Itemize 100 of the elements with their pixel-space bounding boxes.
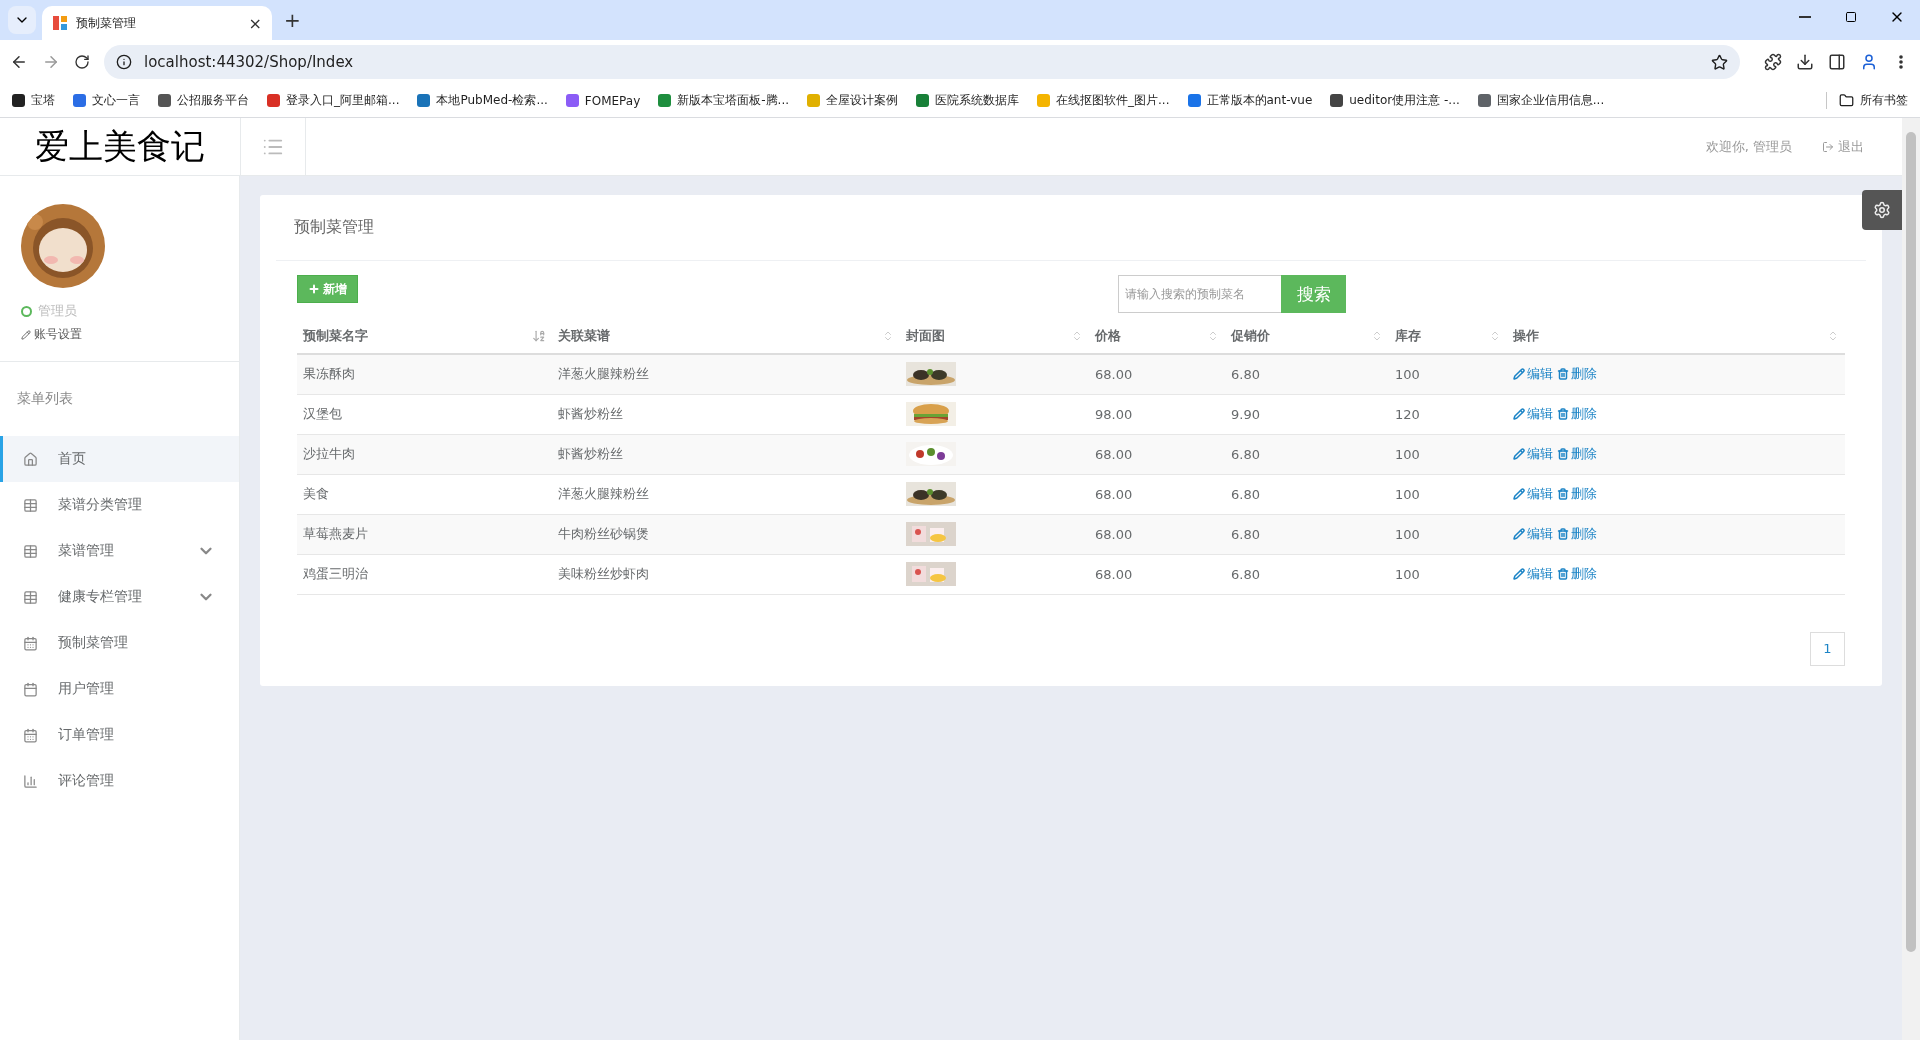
trash-icon bbox=[1557, 448, 1569, 460]
all-bookmarks-link[interactable]: 所有书签 bbox=[1826, 92, 1908, 109]
column-header[interactable]: 操作 bbox=[1513, 327, 1539, 345]
table-cell: 洋葱火腿辣粉丝 bbox=[552, 474, 900, 514]
bookmark[interactable]: 本地PubMed-检索... bbox=[417, 92, 548, 109]
table-cell: 果冻酥肉 bbox=[297, 354, 552, 394]
site-icon bbox=[52, 15, 68, 31]
table-icon bbox=[23, 497, 38, 513]
person-icon bbox=[1860, 53, 1878, 71]
bookmark[interactable]: 正常版本的ant-vue bbox=[1187, 92, 1313, 109]
logout-icon bbox=[1822, 140, 1834, 153]
pencil-icon bbox=[1513, 488, 1525, 500]
sidebar-item[interactable]: 首页 bbox=[0, 436, 239, 482]
logout-link[interactable]: 退出 bbox=[1822, 137, 1864, 156]
close-tab-button[interactable]: × bbox=[248, 13, 262, 33]
table-cell: 68.00 bbox=[1089, 354, 1225, 394]
trash-icon bbox=[1557, 568, 1569, 580]
bookmark[interactable]: 在线抠图软件_图片... bbox=[1037, 92, 1170, 109]
table-cell: 洋葱火腿辣粉丝 bbox=[552, 354, 900, 394]
column-header[interactable]: 促销价 bbox=[1231, 327, 1270, 345]
side-panel-button[interactable] bbox=[1828, 53, 1846, 71]
pencil-icon bbox=[1513, 448, 1525, 460]
browser-tab[interactable]: 预制菜管理 × bbox=[42, 6, 272, 40]
bookmark[interactable]: 宝塔 bbox=[12, 92, 55, 109]
status-icon bbox=[21, 305, 32, 317]
bookmark[interactable]: 公招服务平台 bbox=[158, 92, 249, 109]
arrow-right-icon bbox=[42, 53, 60, 71]
table-cell: 6.80 bbox=[1225, 434, 1389, 474]
edit-link[interactable]: 编辑 bbox=[1513, 445, 1553, 463]
puzzle-icon bbox=[1764, 53, 1782, 71]
column-header[interactable]: 库存 bbox=[1395, 327, 1421, 345]
table-cell: 100 bbox=[1389, 474, 1507, 514]
pencil-icon bbox=[1513, 368, 1525, 381]
table-cell: 9.90 bbox=[1225, 394, 1389, 434]
page-button[interactable]: 1 bbox=[1810, 631, 1845, 666]
table-cell: 98.00 bbox=[1089, 394, 1225, 434]
table-cell: 6.80 bbox=[1225, 474, 1389, 514]
delete-link[interactable]: 删除 bbox=[1557, 445, 1597, 463]
trash-icon bbox=[1557, 408, 1569, 420]
role-text: 管理员 bbox=[38, 302, 77, 320]
tab-list-button[interactable] bbox=[8, 6, 36, 34]
column-header[interactable]: 价格 bbox=[1095, 327, 1121, 345]
table-cell: 沙拉牛肉 bbox=[297, 434, 552, 474]
table-cell: 6.80 bbox=[1225, 554, 1389, 594]
extensions-button[interactable] bbox=[1764, 53, 1782, 71]
pencil-icon bbox=[1513, 568, 1525, 580]
scrollbar[interactable] bbox=[1902, 118, 1920, 1040]
edit-link[interactable]: 编辑 bbox=[1513, 565, 1553, 583]
bookmark[interactable]: 文心一言 bbox=[73, 92, 140, 109]
bookmark[interactable]: 医院系统数据库 bbox=[916, 92, 1020, 109]
table-cell: 草莓燕麦片 bbox=[297, 514, 552, 554]
sort-icon[interactable] bbox=[532, 329, 546, 343]
table-cell: 虾酱炒粉丝 bbox=[552, 394, 900, 434]
delete-link[interactable]: 删除 bbox=[1557, 405, 1597, 423]
search-field[interactable]: 请输入搜索的预制菜名 bbox=[1118, 275, 1281, 313]
download-button[interactable] bbox=[1796, 53, 1814, 71]
delete-link[interactable]: 删除 bbox=[1557, 485, 1597, 503]
forward-button[interactable] bbox=[42, 53, 60, 71]
address-bar[interactable]: localhost:44302/Shop/Index bbox=[104, 45, 1740, 79]
bookmark[interactable]: 新版本宝塔面板-腾... bbox=[658, 92, 790, 109]
calendar-icon bbox=[23, 681, 38, 697]
column-header[interactable]: 预制菜名字 bbox=[303, 327, 368, 345]
back-button[interactable] bbox=[10, 53, 28, 71]
trash-icon bbox=[1557, 368, 1569, 381]
plus-icon bbox=[308, 283, 320, 295]
delete-link[interactable]: 删除 bbox=[1557, 525, 1597, 543]
bookmark[interactable]: ueditor使用注意 -... bbox=[1330, 92, 1460, 109]
delete-link[interactable]: 删除 bbox=[1557, 565, 1597, 583]
table-cell: 100 bbox=[1389, 514, 1507, 554]
menu-toggle-button[interactable] bbox=[240, 118, 306, 175]
trash-icon bbox=[1557, 488, 1569, 500]
settings-button[interactable] bbox=[1862, 190, 1902, 230]
edit-link[interactable]: 编辑 bbox=[1513, 485, 1553, 503]
edit-link[interactable]: 编辑 bbox=[1513, 525, 1553, 543]
bookmark[interactable]: 国家企业信用信息... bbox=[1477, 92, 1605, 109]
reload-button[interactable] bbox=[74, 54, 90, 70]
bookmark[interactable]: 登录入口_阿里邮箱... bbox=[267, 92, 400, 109]
welcome-text: 欢迎你, 管理员 bbox=[1705, 137, 1792, 156]
reload-icon bbox=[74, 54, 90, 70]
table-cell: 牛肉粉丝砂锅煲 bbox=[552, 514, 900, 554]
column-header[interactable]: 关联菜谱 bbox=[558, 327, 610, 345]
profile-button[interactable] bbox=[1860, 53, 1878, 71]
delete-link[interactable]: 删除 bbox=[1557, 365, 1597, 384]
column-header[interactable]: 封面图 bbox=[906, 327, 945, 345]
table-cell: 6.80 bbox=[1225, 354, 1389, 394]
table-cell: 100 bbox=[1389, 354, 1507, 394]
calendar-icon bbox=[23, 635, 38, 651]
edit-link[interactable]: 编辑 bbox=[1513, 405, 1553, 423]
bookmark[interactable]: 全屋设计案例 bbox=[807, 92, 899, 109]
edit-link[interactable]: 编辑 bbox=[1513, 365, 1553, 384]
account-settings-link[interactable]: 账号设置 bbox=[21, 326, 239, 343]
menu-heading: 菜单列表 bbox=[16, 389, 74, 408]
table-cell: 68.00 bbox=[1089, 434, 1225, 474]
table-cell: 100 bbox=[1389, 554, 1507, 594]
tab-title: 预制菜管理 bbox=[76, 14, 137, 32]
settings-icon bbox=[1873, 201, 1891, 219]
new-tab-button[interactable]: + bbox=[284, 8, 301, 32]
star-icon[interactable] bbox=[1711, 53, 1728, 71]
calendar-icon bbox=[23, 727, 38, 743]
bookmark[interactable]: FOMEPay bbox=[565, 93, 641, 108]
